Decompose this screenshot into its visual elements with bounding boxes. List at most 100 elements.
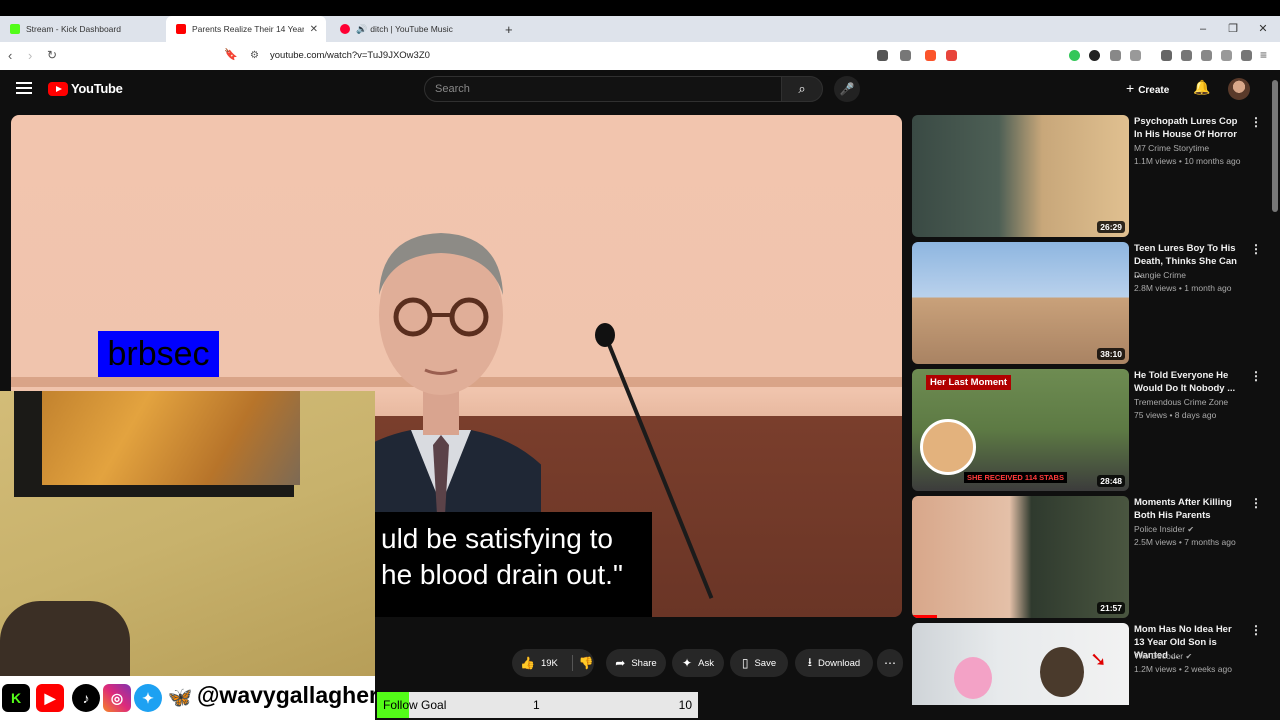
mic-icon: 🎤 bbox=[839, 82, 855, 96]
social-handle-bar: K ▶ ♪ ◎ ✦ 🦋 @wavygallagher bbox=[0, 676, 378, 720]
video-mic-head bbox=[595, 323, 615, 347]
tab-strip: Stream - Kick Dashboard Parents Realize … bbox=[0, 16, 1280, 42]
video-title[interactable]: He Told Everyone He Would Do It Nobody .… bbox=[1134, 369, 1244, 395]
tab-kick-dashboard[interactable]: Stream - Kick Dashboard bbox=[0, 16, 165, 42]
follow-goal-current: 1 bbox=[533, 698, 540, 712]
recommended-video[interactable]: Her Last Moment SHE RECEIVED 114 STABS 2… bbox=[912, 369, 1272, 491]
youtube-music-favicon-icon bbox=[340, 24, 350, 34]
twitter-icon: ✦ bbox=[134, 684, 162, 712]
video-thumbnail[interactable]: 26:29 bbox=[912, 115, 1129, 237]
search-button[interactable]: ⌕ bbox=[781, 76, 823, 102]
share-icon[interactable] bbox=[900, 50, 911, 61]
cast-icon[interactable] bbox=[877, 50, 888, 61]
channel-name[interactable]: Dangie Crime bbox=[1134, 270, 1186, 280]
recommended-video[interactable]: 26:29 Psychopath Lures Cop In His House … bbox=[912, 115, 1272, 237]
tiktok-icon: ♪ bbox=[72, 684, 100, 712]
hamburger-menu-icon[interactable] bbox=[16, 82, 32, 94]
menu-icon[interactable]: ≡ bbox=[1260, 48, 1267, 62]
notifications-bell-icon[interactable]: 🔔 bbox=[1193, 79, 1210, 96]
more-vert-icon[interactable]: ⋮ bbox=[1250, 242, 1262, 256]
recommended-video[interactable]: ➘ Mom Has No Idea Her 13 Year Old Son is… bbox=[912, 623, 1272, 705]
video-thumbnail[interactable]: ➘ bbox=[912, 623, 1129, 705]
recommended-video[interactable]: 21:57 Moments After Killing Both His Par… bbox=[912, 496, 1272, 618]
minimize-button[interactable]: – bbox=[1188, 16, 1218, 42]
video-title[interactable]: Psychopath Lures Cop In His House Of Hor… bbox=[1134, 115, 1244, 141]
create-button[interactable]: + Create bbox=[1126, 80, 1169, 96]
webcam-overlay bbox=[0, 391, 375, 676]
bookmark-icon[interactable]: 🔖 bbox=[224, 48, 238, 61]
more-vert-icon[interactable]: ⋮ bbox=[1250, 496, 1262, 510]
like-dislike-group: 👍 19K 👎 bbox=[512, 649, 594, 677]
subtitle-line: he blood drain out." bbox=[381, 559, 623, 590]
video-thumbnail[interactable]: 21:57 bbox=[912, 496, 1129, 618]
video-thumbnail[interactable]: Her Last Moment SHE RECEIVED 114 STABS 2… bbox=[912, 369, 1129, 491]
media-icon[interactable] bbox=[1161, 50, 1172, 61]
more-vert-icon[interactable]: ⋮ bbox=[1250, 623, 1262, 637]
voice-search-button[interactable]: 🎤 bbox=[834, 76, 860, 102]
tab-youtube-video[interactable]: Parents Realize Their 14 Year Old ✕ bbox=[166, 16, 326, 42]
sidebar-icon[interactable] bbox=[1181, 50, 1192, 61]
close-tab-icon[interactable]: ✕ bbox=[310, 24, 318, 35]
extension-icon[interactable] bbox=[1069, 50, 1080, 61]
youtube-wordmark: YouTube bbox=[71, 81, 123, 96]
video-thumbnail[interactable]: 38:10 bbox=[912, 242, 1129, 364]
like-count[interactable]: 19K bbox=[541, 658, 558, 669]
thumbs-up-icon[interactable]: 👍 bbox=[520, 656, 535, 670]
back-icon[interactable]: ‹ bbox=[8, 48, 12, 63]
channel-name[interactable]: Tremendous Crime Zone bbox=[1134, 397, 1228, 407]
channel-name[interactable]: M7 Crime Storytime bbox=[1134, 143, 1209, 153]
reload-icon[interactable]: ↻ bbox=[47, 48, 57, 62]
maximize-button[interactable]: ❐ bbox=[1218, 16, 1248, 42]
page-scrollbar[interactable] bbox=[1272, 80, 1278, 212]
brave-shield-icon[interactable] bbox=[925, 50, 936, 61]
thumbnail-caption: SHE RECEIVED 114 STABS bbox=[964, 472, 1067, 483]
url-field[interactable]: youtube.com/watch?v=TuJ9JXOw3Z0 bbox=[270, 50, 430, 61]
channel-name[interactable]: Police Insider ✔ bbox=[1134, 524, 1194, 534]
webcam-chair bbox=[0, 601, 130, 676]
puzzle-icon[interactable] bbox=[1110, 50, 1121, 61]
tab-youtube-music[interactable]: 🔊 ditch | YouTube Music bbox=[330, 16, 495, 42]
new-tab-button[interactable]: + bbox=[495, 16, 515, 42]
follow-goal-label: Follow Goal bbox=[383, 698, 447, 712]
leo-icon[interactable] bbox=[1221, 50, 1232, 61]
rewards-icon[interactable] bbox=[946, 50, 957, 61]
close-window-button[interactable]: ✕ bbox=[1248, 16, 1278, 42]
address-bar: ‹ › ↻ 🔖 ⚙ youtube.com/watch?v=TuJ9JXOw3Z… bbox=[0, 42, 1280, 70]
channel-name[interactable]: The Decoder ✔ bbox=[1134, 651, 1192, 661]
thumbnail-person bbox=[1040, 647, 1084, 697]
video-title[interactable]: Moments After Killing Both His Parents bbox=[1134, 496, 1244, 522]
video-meta: 1.2M views • 2 weeks ago bbox=[1134, 664, 1232, 674]
webcam-picture-frame bbox=[14, 391, 300, 497]
verified-check-icon: ✔ bbox=[1185, 652, 1193, 661]
site-info-icon[interactable]: ⚙ bbox=[250, 50, 259, 61]
social-handle: @wavygallagher bbox=[197, 682, 378, 708]
subtitle-line: uld be satisfying to bbox=[381, 523, 613, 554]
save-button[interactable]: ▯ Save bbox=[730, 649, 788, 677]
avatar[interactable] bbox=[1228, 78, 1250, 100]
video-subtitle: uld be satisfying to he blood drain out.… bbox=[375, 512, 652, 617]
search-input[interactable]: Search bbox=[424, 76, 782, 102]
ask-button[interactable]: ✦ Ask bbox=[672, 649, 724, 677]
recommended-video[interactable]: 38:10 Teen Lures Boy To His Death, Think… bbox=[912, 242, 1272, 364]
youtube-header: YouTube Search ⌕ 🎤 + Create 🔔 bbox=[0, 70, 1280, 110]
more-vert-icon[interactable]: ⋮ bbox=[1250, 115, 1262, 129]
youtube-icon: ▶ bbox=[36, 684, 64, 712]
download-button[interactable]: ⭳ Download bbox=[795, 649, 873, 677]
extension-icon[interactable] bbox=[1089, 50, 1100, 61]
tab-title: Stream - Kick Dashboard bbox=[26, 24, 121, 34]
share-button[interactable]: ➦ Share bbox=[606, 649, 666, 677]
thumbs-down-icon[interactable]: 👎 bbox=[579, 656, 594, 670]
wallet-icon[interactable] bbox=[1201, 50, 1212, 61]
extension-icon[interactable] bbox=[1130, 50, 1141, 61]
more-vert-icon[interactable]: ⋮ bbox=[1250, 369, 1262, 383]
video-meta: 75 views • 8 days ago bbox=[1134, 410, 1217, 420]
forward-icon[interactable]: › bbox=[28, 48, 32, 63]
ask-label: Ask bbox=[698, 657, 714, 669]
thumbnail-portrait bbox=[920, 419, 976, 475]
vpn-icon[interactable] bbox=[1241, 50, 1252, 61]
youtube-favicon-icon bbox=[176, 24, 186, 34]
more-actions-button[interactable]: ⋯ bbox=[877, 649, 903, 677]
speaker-icon: 🔊 bbox=[356, 23, 368, 34]
os-top-bar bbox=[0, 0, 1280, 16]
youtube-logo[interactable]: YouTube bbox=[48, 81, 123, 96]
